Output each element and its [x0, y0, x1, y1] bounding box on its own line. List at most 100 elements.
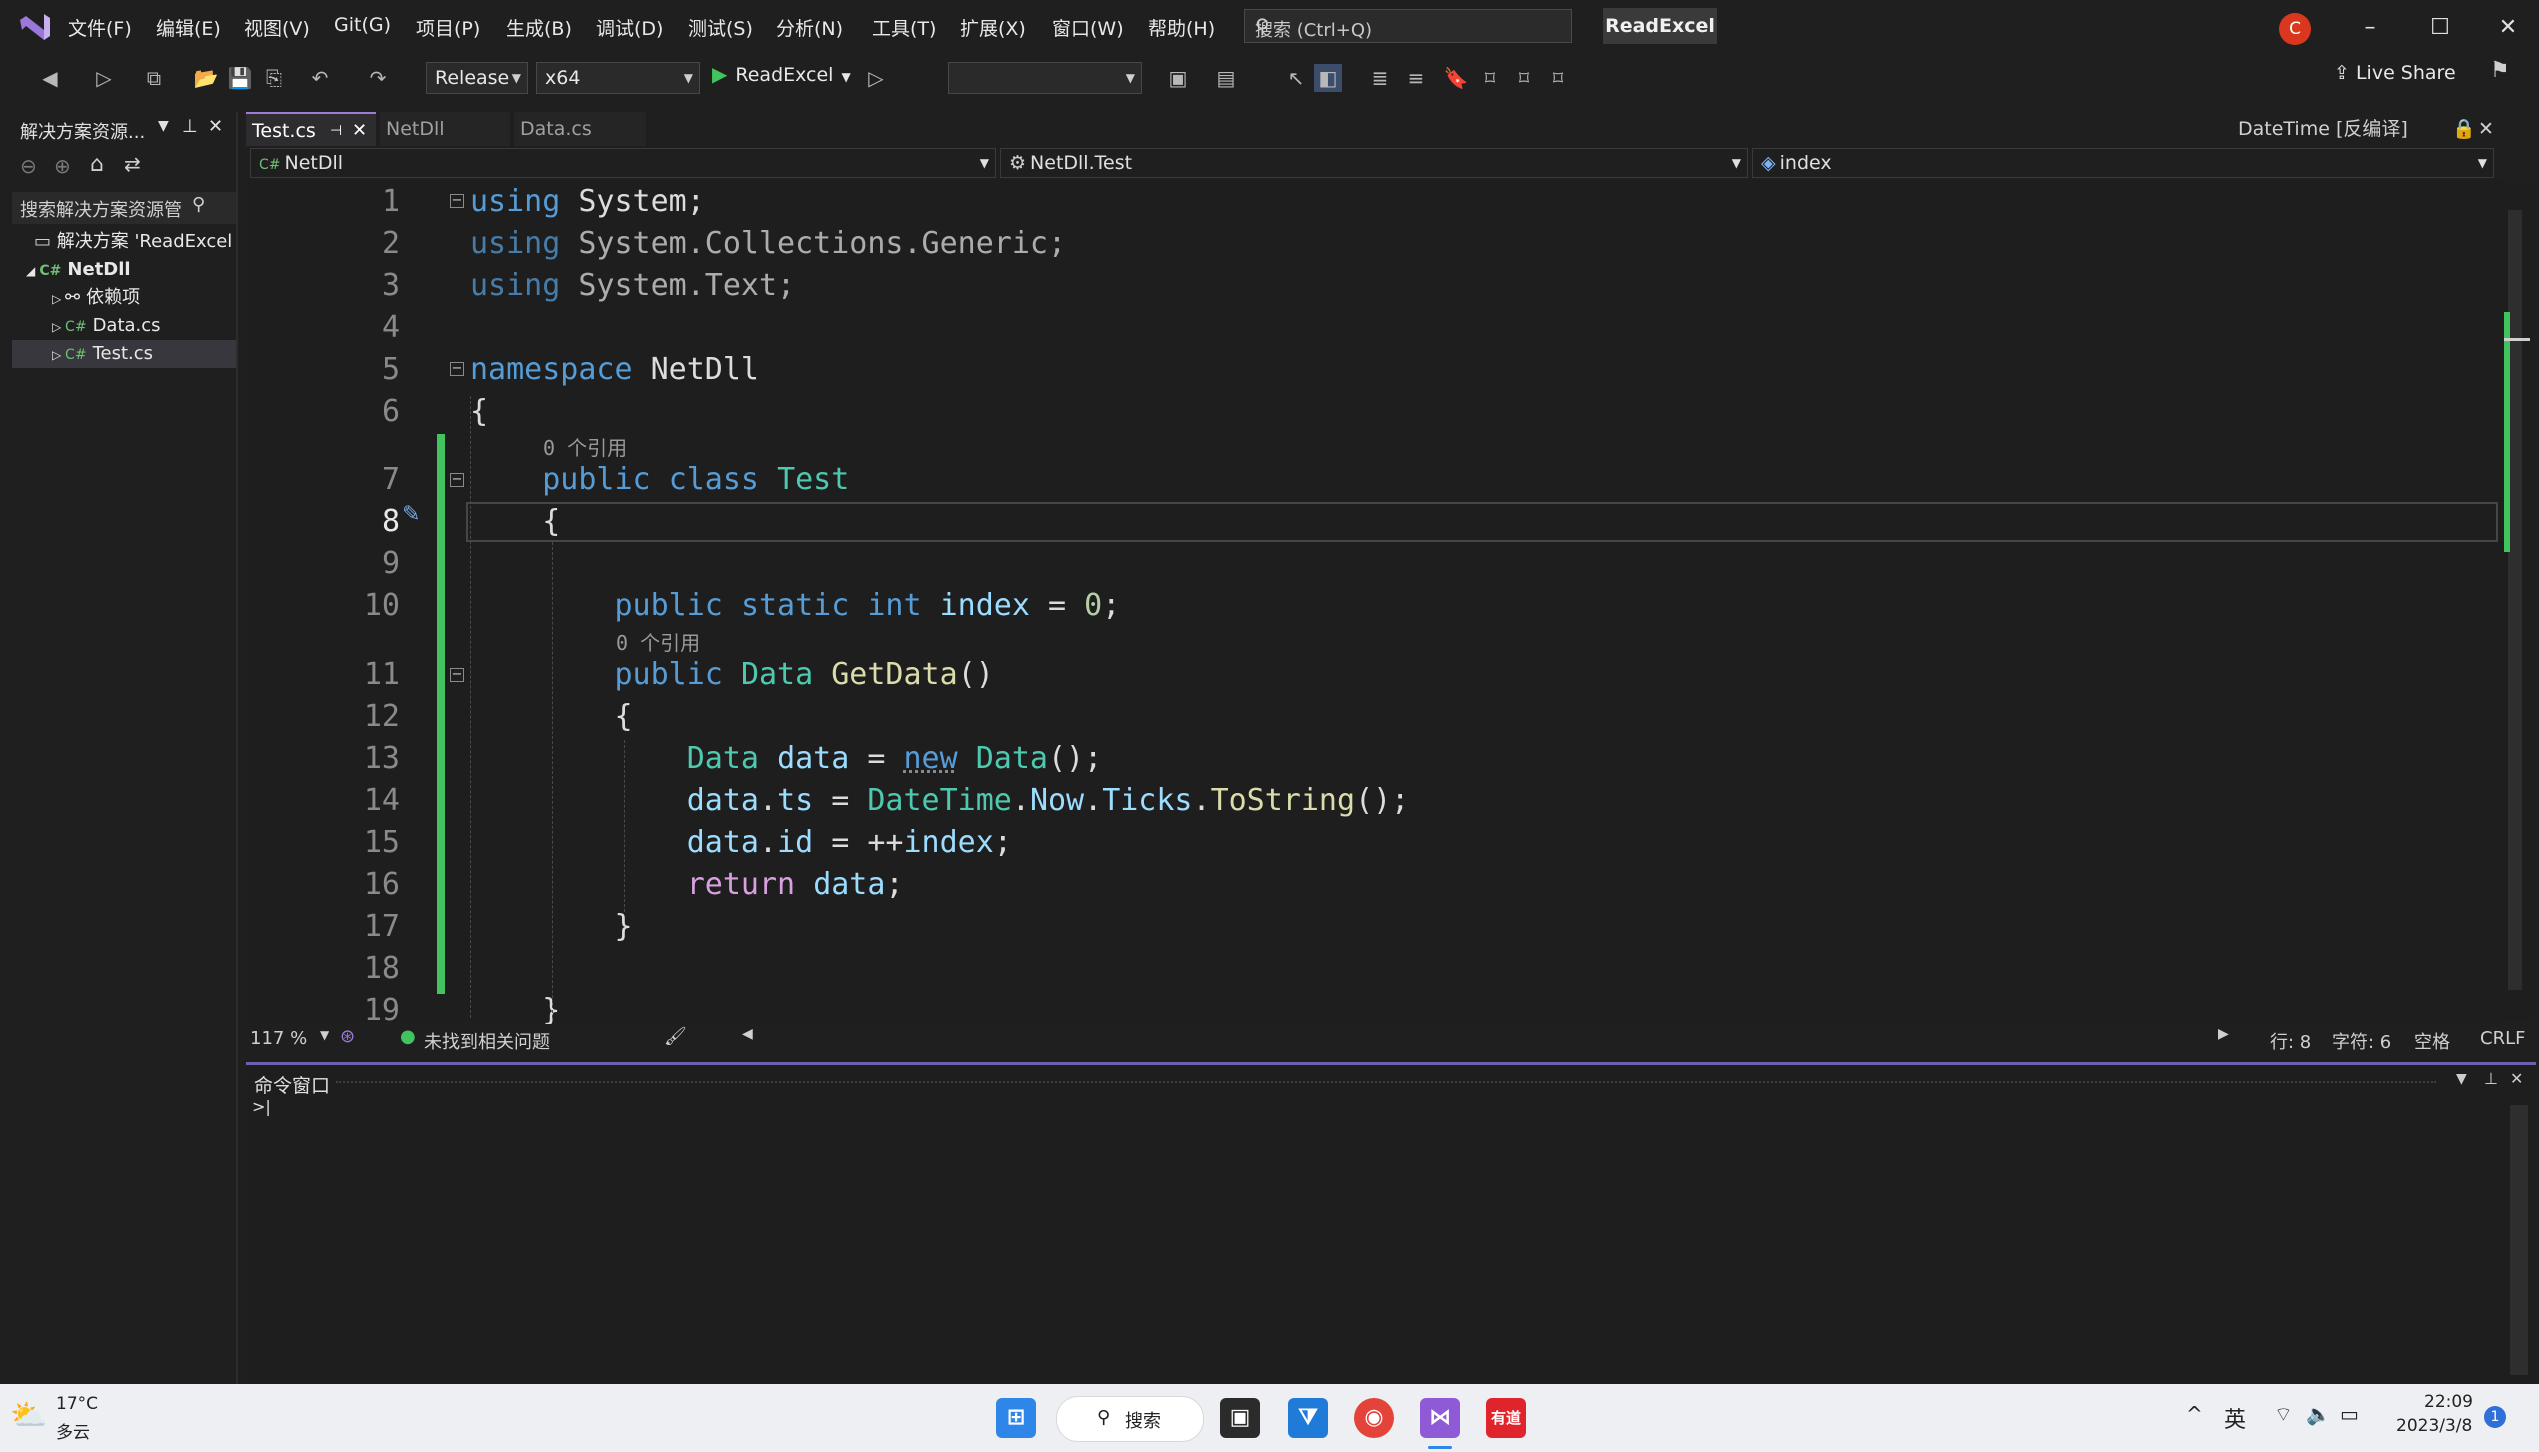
toggle-panel-icon[interactable]: ◧	[1314, 64, 1342, 92]
youdao-icon[interactable]: 有道	[1486, 1398, 1526, 1438]
redo-icon[interactable]: ↷	[364, 64, 392, 92]
eol-indicator[interactable]: CRLF	[2480, 1028, 2525, 1049]
pin-icon[interactable]: ⊣	[330, 114, 342, 148]
tab-netdll[interactable]: NetDll	[380, 112, 510, 146]
collapse-icon[interactable]: −	[450, 668, 464, 682]
collapse-icon[interactable]: −	[450, 473, 464, 487]
menu-window[interactable]: 窗口(W)	[1052, 14, 1124, 41]
menu-extensions[interactable]: 扩展(X)	[960, 14, 1026, 41]
search-input[interactable]: 搜索 (Ctrl+Q) ⚲	[1244, 9, 1572, 43]
live-share-button[interactable]: ⇪ Live Share	[2334, 62, 2456, 84]
back-icon[interactable]: ⊖	[20, 154, 37, 178]
battery-icon[interactable]: ▭	[2340, 1402, 2359, 1426]
clock-time[interactable]: 22:09	[2424, 1392, 2473, 1412]
chrome-icon[interactable]: ◉	[1354, 1398, 1394, 1438]
chevron-down-icon[interactable]: ▼	[2456, 1071, 2467, 1087]
zoom-level[interactable]: 117 %	[250, 1028, 307, 1049]
next-bookmark-icon[interactable]: ⌑	[1510, 64, 1538, 92]
close-icon[interactable]: ✕	[2478, 112, 2494, 146]
prev-bookmark-icon[interactable]: ⌑	[1476, 64, 1504, 92]
solution-search-input[interactable]: 搜索解决方案资源管 ⚲	[12, 192, 236, 224]
menu-build[interactable]: 生成(B)	[506, 14, 572, 41]
maximize-icon[interactable]: ☐	[2420, 10, 2460, 46]
minimize-icon[interactable]: –	[2350, 10, 2390, 46]
clock-date[interactable]: 2023/3/8	[2396, 1416, 2472, 1436]
close-icon[interactable]: ✕	[2510, 1069, 2523, 1088]
save-icon[interactable]: 💾	[226, 64, 254, 92]
tree-item-test-cs[interactable]: ▷ C# Test.cs	[12, 340, 236, 368]
vscode-icon[interactable]: ⧩	[1288, 1398, 1328, 1438]
notification-badge[interactable]: 1	[2484, 1406, 2506, 1428]
scroll-right-icon[interactable]: ▶	[2218, 1026, 2229, 1042]
home-icon[interactable]: ⌂	[90, 152, 104, 177]
save-all-icon[interactable]: ⎘	[260, 64, 288, 92]
type-nav-select[interactable]: ⚙ NetDll.Test ▼	[1000, 148, 1748, 178]
solution-name-badge[interactable]: ReadExcel	[1603, 8, 1717, 44]
chevron-down-icon[interactable]: ▼	[320, 1028, 329, 1042]
editor-scrollbar[interactable]	[2500, 182, 2534, 1020]
codelens-references[interactable]: 0 个引用	[616, 627, 700, 656]
quick-actions-icon[interactable]: ✎	[402, 502, 420, 527]
start-icon[interactable]: ⊞	[996, 1398, 1036, 1438]
command-input[interactable]: >|	[252, 1097, 271, 1116]
indent-icon[interactable]: ≡	[1402, 64, 1430, 92]
menu-project[interactable]: 项目(P)	[416, 14, 480, 41]
menu-help[interactable]: 帮助(H)	[1148, 14, 1215, 41]
line-indicator[interactable]: 行: 8	[2270, 1028, 2311, 1054]
visual-studio-icon[interactable]: ⋈	[1420, 1398, 1460, 1438]
scroll-left-icon[interactable]: ◀	[742, 1026, 753, 1042]
feedback-icon[interactable]: ⚑	[2490, 58, 2510, 83]
pin-icon[interactable]: ⊥	[2484, 1069, 2498, 1088]
weather-temperature[interactable]: 17°C	[56, 1394, 98, 1414]
collapse-icon[interactable]: −	[450, 362, 464, 376]
tab-data-cs[interactable]: Data.cs	[514, 112, 646, 146]
taskbar-search-button[interactable]: ⚲ 搜索	[1056, 1396, 1204, 1442]
close-icon[interactable]: ✕	[208, 116, 223, 137]
forward-icon[interactable]: ⊕	[54, 154, 71, 178]
menu-view[interactable]: 视图(V)	[244, 14, 310, 41]
menu-file[interactable]: 文件(F)	[68, 14, 132, 41]
layout-icon[interactable]: ▤	[1212, 64, 1240, 92]
menu-test[interactable]: 测试(S)	[688, 14, 753, 41]
menu-git[interactable]: Git(G)	[334, 14, 391, 36]
visual-studio-logo-icon[interactable]	[18, 10, 54, 44]
outdent-icon[interactable]: ≣	[1366, 64, 1394, 92]
undo-icon[interactable]: ↶	[306, 64, 334, 92]
weather-description[interactable]: 多云	[56, 1418, 90, 1443]
menu-tools[interactable]: 工具(T)	[872, 14, 936, 41]
switch-views-icon[interactable]: ⇄	[124, 152, 141, 176]
avatar[interactable]: C	[2279, 13, 2311, 45]
wifi-icon[interactable]: ⌔	[2274, 1402, 2293, 1427]
command-window-scrollbar[interactable]	[2510, 1105, 2528, 1375]
open-file-icon[interactable]: 📂	[192, 64, 220, 92]
menu-analyze[interactable]: 分析(N)	[776, 14, 843, 41]
chevron-up-icon[interactable]: ^	[2186, 1402, 2203, 1426]
tree-item-data-cs[interactable]: ▷ C# Data.cs	[12, 312, 236, 340]
code-cleanup-icon[interactable]: 🖌	[664, 1026, 687, 1047]
tree-item-project[interactable]: ◢ C# NetDll	[12, 256, 236, 284]
configuration-select[interactable]: Release ▼	[426, 62, 528, 94]
whitespace-indicator[interactable]: 空格	[2414, 1028, 2450, 1054]
browser-link-icon[interactable]: ▣	[1164, 64, 1192, 92]
intellicode-icon[interactable]: ⊛	[340, 1026, 355, 1047]
menu-debug[interactable]: 调试(D)	[596, 14, 663, 41]
navigate-forward-icon[interactable]: ▷	[90, 64, 118, 92]
menu-edit[interactable]: 编辑(E)	[156, 14, 221, 41]
tree-item-solution[interactable]: ▭ 解决方案 'ReadExcel	[12, 228, 236, 256]
input-method-indicator[interactable]: 英	[2224, 1402, 2246, 1434]
start-without-debugging-icon[interactable]: ▷	[862, 64, 890, 92]
chevron-down-icon[interactable]: ▼	[158, 118, 169, 134]
close-icon[interactable]: ✕	[2488, 10, 2528, 46]
char-indicator[interactable]: 字符: 6	[2332, 1028, 2391, 1054]
debug-target-select[interactable]: ▼	[948, 62, 1142, 94]
navigate-back-icon[interactable]: ◀	[36, 64, 64, 92]
tab-datetime-decompiled[interactable]: DateTime [反编译] 🔒 ✕	[2232, 112, 2532, 146]
weather-icon[interactable]: ⛅	[10, 1398, 47, 1433]
new-project-icon[interactable]: ⧉	[140, 64, 168, 92]
close-icon[interactable]: ✕	[352, 114, 367, 148]
bookmark-icon[interactable]: 🔖	[1442, 64, 1470, 92]
pin-icon[interactable]: ⊥	[182, 116, 198, 137]
volume-icon[interactable]: 🔈	[2306, 1402, 2331, 1426]
project-nav-select[interactable]: C# NetDll ▼	[250, 148, 996, 178]
tab-test-cs[interactable]: Test.cs ⊣ ✕	[246, 112, 376, 146]
